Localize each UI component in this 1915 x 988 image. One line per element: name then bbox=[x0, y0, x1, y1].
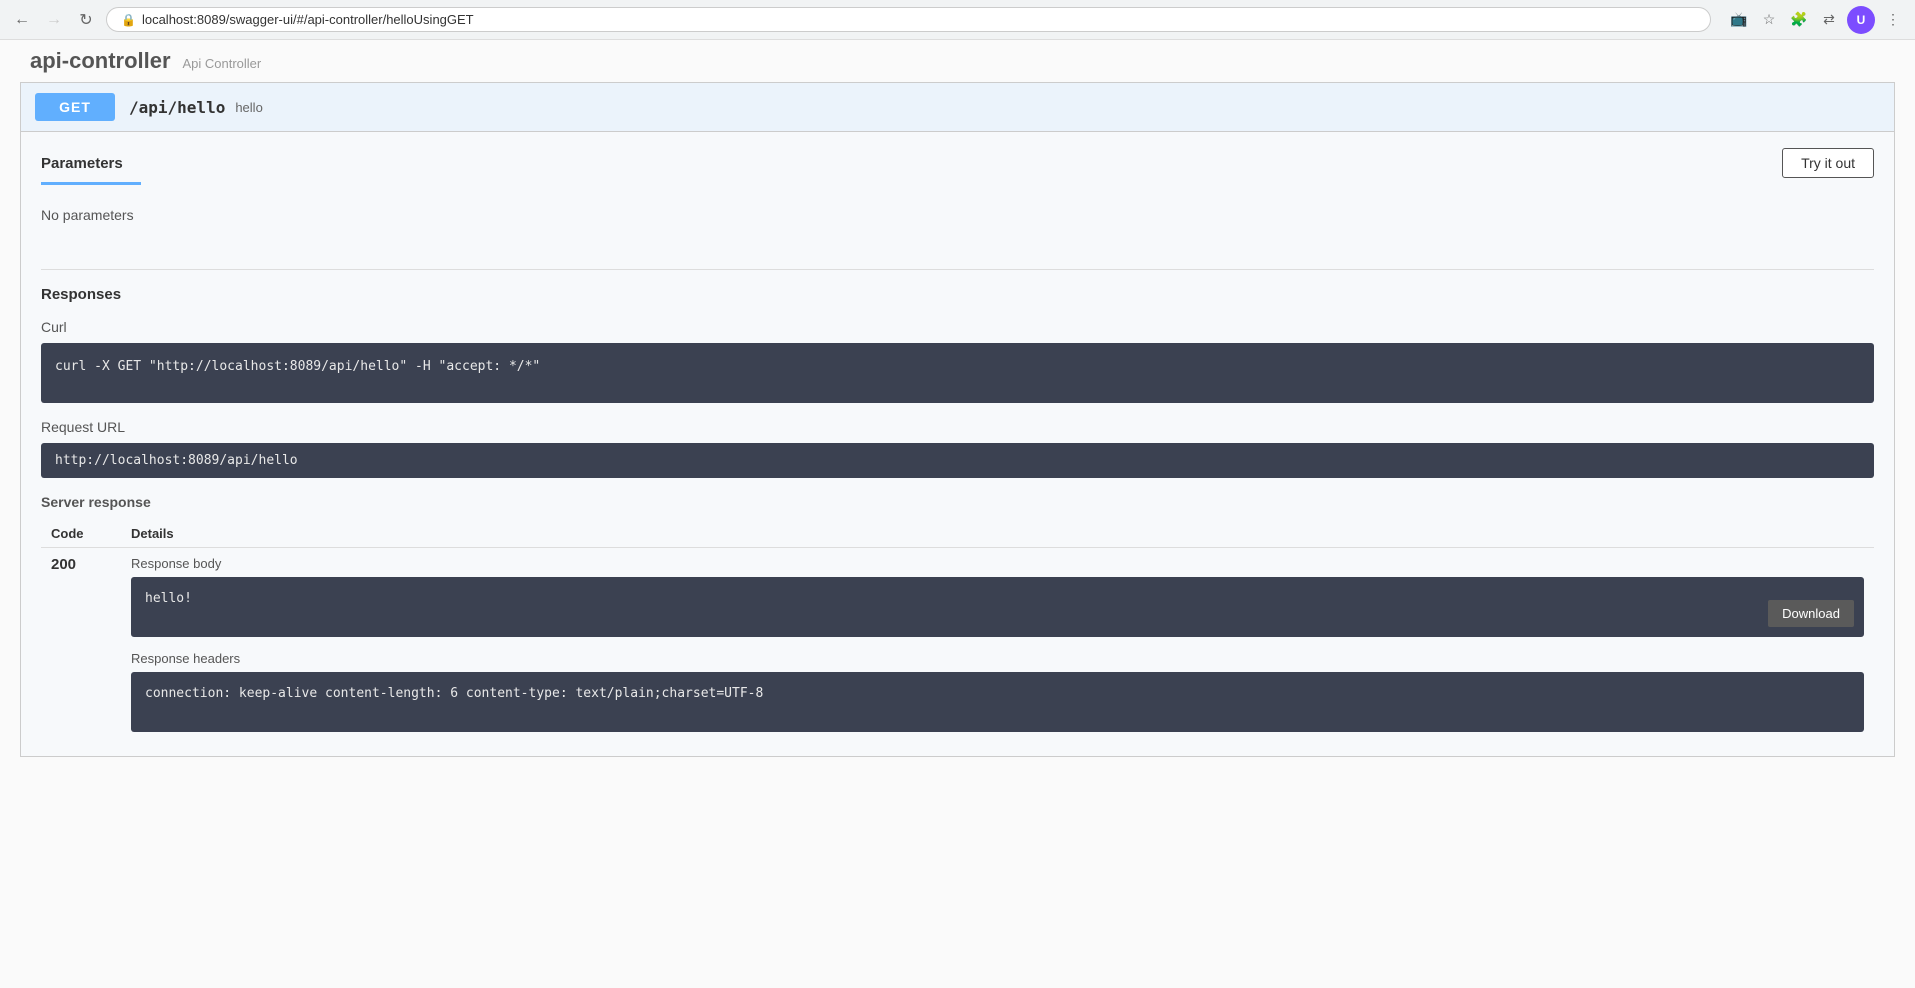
get-bar[interactable]: GET /api/hello hello bbox=[21, 83, 1894, 132]
response-headers-block: connection: keep-alive content-length: 6… bbox=[131, 672, 1864, 732]
reload-button[interactable]: ↻ bbox=[74, 8, 98, 32]
url-text: localhost:8089/swagger-ui/#/api-controll… bbox=[142, 12, 1696, 27]
endpoint-body: Parameters Try it out No parameters Resp… bbox=[21, 132, 1894, 756]
parameters-header: Parameters Try it out bbox=[41, 148, 1874, 178]
profile-avatar[interactable]: U bbox=[1847, 6, 1875, 34]
sync-icon[interactable]: ⇄ bbox=[1817, 8, 1841, 32]
server-response-title: Server response bbox=[41, 494, 1874, 510]
response-code: 200 bbox=[41, 548, 121, 741]
curl-section: Curl curl -X GET "http://localhost:8089/… bbox=[41, 319, 1874, 403]
response-body-block: hello! Download bbox=[131, 577, 1864, 637]
lock-icon: 🔒 bbox=[121, 13, 136, 27]
response-headers-label: Response headers bbox=[131, 651, 1864, 666]
page-content: api-controller Api Controller GET /api/h… bbox=[0, 40, 1915, 988]
controller-subtitle: Api Controller bbox=[182, 56, 261, 71]
details-col-header: Details bbox=[121, 520, 1874, 548]
swagger-section: GET /api/hello hello Parameters Try it o… bbox=[20, 82, 1895, 757]
extensions-icon[interactable]: 🧩 bbox=[1787, 8, 1811, 32]
responses-section: Responses Curl curl -X GET "http://local… bbox=[41, 286, 1874, 740]
response-body-value: hello! bbox=[145, 591, 192, 606]
curl-label: Curl bbox=[41, 319, 1874, 335]
response-table: Code Details 200 Response body hello! bbox=[41, 520, 1874, 740]
api-controller-header: api-controller Api Controller bbox=[0, 40, 1915, 82]
method-badge: GET bbox=[35, 93, 115, 121]
request-url-section: Request URL http://localhost:8089/api/he… bbox=[41, 419, 1874, 478]
browser-chrome: ← → ↻ 🔒 localhost:8089/swagger-ui/#/api-… bbox=[0, 0, 1915, 40]
server-response-section: Server response Code Details 200 bbox=[41, 494, 1874, 740]
download-button[interactable]: Download bbox=[1768, 600, 1854, 627]
table-row: 200 Response body hello! Download Respon… bbox=[41, 548, 1874, 741]
browser-actions: 📺 ☆ 🧩 ⇄ U ⋮ bbox=[1727, 6, 1905, 34]
endpoint-description: hello bbox=[235, 100, 262, 115]
request-url-label: Request URL bbox=[41, 419, 1874, 435]
url-block: http://localhost:8089/api/hello bbox=[41, 443, 1874, 478]
endpoint-path: /api/hello bbox=[129, 98, 225, 117]
response-details: Response body hello! Download Response h… bbox=[121, 548, 1874, 741]
parameters-title: Parameters bbox=[41, 155, 123, 172]
code-col-header: Code bbox=[41, 520, 121, 548]
back-button[interactable]: ← bbox=[10, 8, 34, 32]
parameters-underline bbox=[41, 182, 141, 185]
responses-title: Responses bbox=[41, 286, 1874, 303]
curl-block: curl -X GET "http://localhost:8089/api/h… bbox=[41, 343, 1874, 403]
response-body-label: Response body bbox=[131, 556, 1864, 571]
address-bar[interactable]: 🔒 localhost:8089/swagger-ui/#/api-contro… bbox=[106, 7, 1711, 32]
parameters-section: Parameters Try it out No parameters bbox=[41, 148, 1874, 253]
section-divider bbox=[41, 269, 1874, 270]
controller-title: api-controller bbox=[30, 48, 171, 73]
bookmark-icon[interactable]: ☆ bbox=[1757, 8, 1781, 32]
menu-icon[interactable]: ⋮ bbox=[1881, 8, 1905, 32]
try-it-out-button[interactable]: Try it out bbox=[1782, 148, 1874, 178]
no-parameters-text: No parameters bbox=[41, 197, 1874, 253]
cast-icon[interactable]: 📺 bbox=[1727, 8, 1751, 32]
forward-button[interactable]: → bbox=[42, 8, 66, 32]
